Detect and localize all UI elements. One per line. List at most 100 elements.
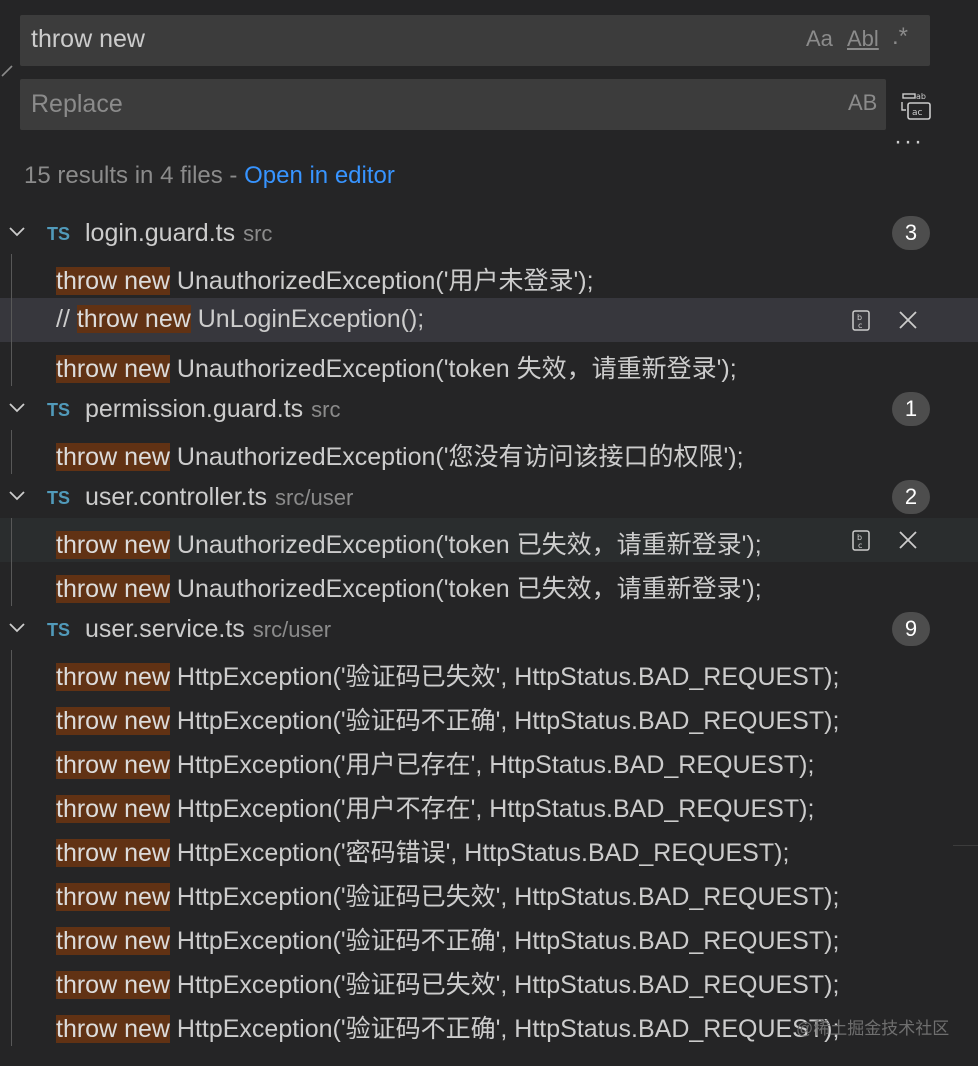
whole-word-icon[interactable]: Abl xyxy=(847,26,879,52)
match-suffix: HttpException('验证码已失效', HttpStatus.BAD_R… xyxy=(169,971,840,999)
file-name: user.service.ts src/user xyxy=(85,615,331,644)
match-count-badge: 1 xyxy=(892,392,930,426)
search-query[interactable]: throw new xyxy=(31,25,145,54)
file-name: login.guard.ts src xyxy=(85,219,272,248)
match-highlight: throw new xyxy=(56,663,170,691)
match-line: throw new HttpException('验证码不正确', HttpSt… xyxy=(56,921,839,957)
match-count-badge: 3 xyxy=(892,216,930,250)
search-input[interactable]: throw new Aa Abl .* xyxy=(20,15,930,66)
file-row[interactable]: TS user.controller.ts src/user 2 xyxy=(0,478,978,518)
match-suffix: UnLoginException(); xyxy=(190,305,425,333)
match-count-badge: 9 xyxy=(892,612,930,646)
match-suffix: UnauthorizedException('token 失效，请重新登录'); xyxy=(169,355,737,383)
chevron-down-icon[interactable] xyxy=(6,616,28,638)
tree-indent-guide xyxy=(11,430,12,474)
dismiss-icon[interactable] xyxy=(894,526,922,554)
tree-indent-guide xyxy=(11,914,12,958)
tree-indent-guide xyxy=(11,738,12,782)
watermark-text: @稀土掘金技术社区 xyxy=(796,1019,950,1038)
match-highlight: throw new xyxy=(56,531,170,559)
file-row[interactable]: TS user.service.ts src/user 9 xyxy=(0,610,978,650)
tree-indent-guide xyxy=(11,298,12,342)
file-name-label: user.controller.ts xyxy=(85,483,268,511)
match-line: throw new HttpException('用户已存在', HttpSta… xyxy=(56,745,814,781)
replace-icon[interactable]: bc xyxy=(847,526,875,554)
match-row[interactable]: // throw new UnLoginException(); b c xyxy=(0,298,978,342)
file-name: user.controller.ts src/user xyxy=(85,483,353,512)
match-count-badge: 2 xyxy=(892,480,930,514)
open-in-editor-link[interactable]: Open in editor xyxy=(244,162,395,189)
match-row[interactable]: throw new HttpException('验证码不正确', HttpSt… xyxy=(0,694,978,738)
file-name: permission.guard.ts src xyxy=(85,395,340,424)
match-prefix: // xyxy=(56,305,77,333)
match-highlight: throw new xyxy=(56,443,170,471)
dismiss-icon[interactable] xyxy=(894,306,922,334)
chevron-down-icon[interactable] xyxy=(6,220,28,242)
typescript-file-icon: TS xyxy=(47,620,71,640)
match-suffix: HttpException('密码错误', HttpStatus.BAD_REQ… xyxy=(169,839,790,867)
match-highlight: throw new xyxy=(56,795,170,823)
match-row[interactable]: throw new UnauthorizedException('用户未登录')… xyxy=(0,254,978,298)
match-highlight: throw new xyxy=(56,575,170,603)
match-line: throw new HttpException('用户不存在', HttpSta… xyxy=(56,789,814,825)
more-actions-icon[interactable]: ··· xyxy=(894,128,924,156)
file-directory: src xyxy=(311,397,341,422)
tree-indent-guide xyxy=(11,694,12,738)
chevron-down-icon[interactable] xyxy=(6,484,28,506)
match-row[interactable]: throw new HttpException('验证码已失效', HttpSt… xyxy=(0,870,978,914)
match-suffix: HttpException('验证码不正确', HttpStatus.BAD_R… xyxy=(169,707,840,735)
match-case-icon[interactable]: Aa xyxy=(806,26,833,52)
match-row[interactable]: throw new HttpException('密码错误', HttpStat… xyxy=(0,826,978,870)
match-row[interactable]: throw new UnauthorizedException('token 已… xyxy=(0,518,978,562)
match-suffix: UnauthorizedException('您没有访问该接口的权限'); xyxy=(169,443,744,471)
match-highlight: throw new xyxy=(56,1015,170,1043)
match-row[interactable]: throw new HttpException('用户不存在', HttpSta… xyxy=(0,782,978,826)
match-line: throw new UnauthorizedException('token 已… xyxy=(56,525,762,561)
toggle-replace-icon[interactable] xyxy=(0,60,14,80)
match-highlight: throw new xyxy=(56,267,170,295)
chevron-down-icon[interactable] xyxy=(6,396,28,418)
file-name-label: user.service.ts xyxy=(85,615,245,643)
match-suffix: UnauthorizedException('token 已失效，请重新登录')… xyxy=(169,575,762,603)
results-summary: 15 results in 4 files - Open in editor xyxy=(24,162,395,190)
tree-indent-guide xyxy=(11,254,12,298)
preserve-case-icon[interactable]: AB xyxy=(848,90,877,116)
file-directory: src/user xyxy=(252,617,332,642)
tree-indent-guide xyxy=(11,518,12,562)
file-row[interactable]: TS login.guard.ts src 3 xyxy=(0,214,978,254)
match-suffix: UnauthorizedException('token 已失效，请重新登录')… xyxy=(169,531,762,559)
match-line: throw new HttpException('验证码不正确', HttpSt… xyxy=(56,701,839,737)
tree-indent-guide xyxy=(11,782,12,826)
replace-all-icon[interactable]: ab ac xyxy=(900,88,934,122)
match-row[interactable]: throw new HttpException('验证码已失效', HttpSt… xyxy=(0,650,978,694)
match-row[interactable]: throw new UnauthorizedException('您没有访问该接… xyxy=(0,430,978,474)
match-row[interactable]: throw new UnauthorizedException('token 已… xyxy=(0,562,978,606)
replace-placeholder: Replace xyxy=(31,90,123,118)
match-row[interactable]: throw new HttpException('验证码已失效', HttpSt… xyxy=(0,958,978,1002)
tree-indent-guide xyxy=(11,1002,12,1046)
match-line: throw new UnauthorizedException('token 已… xyxy=(56,569,762,605)
file-directory: src xyxy=(243,221,273,246)
match-line: throw new UnauthorizedException('token 失… xyxy=(56,349,737,385)
match-row[interactable]: throw new HttpException('用户已存在', HttpSta… xyxy=(0,738,978,782)
match-line: throw new HttpException('密码错误', HttpStat… xyxy=(56,833,789,869)
match-row[interactable]: throw new UnauthorizedException('token 失… xyxy=(0,342,978,386)
match-suffix: HttpException('验证码不正确', HttpStatus.BAD_R… xyxy=(169,1015,840,1043)
match-line: throw new HttpException('验证码不正确', HttpSt… xyxy=(56,1009,839,1045)
match-highlight: throw new xyxy=(56,707,170,735)
replace-input[interactable]: Replace AB xyxy=(20,79,886,130)
match-row[interactable]: throw new HttpException('验证码不正确', HttpSt… xyxy=(0,914,978,958)
match-highlight: throw new xyxy=(56,971,170,999)
typescript-file-icon: TS xyxy=(47,400,71,420)
replace-icon[interactable]: bc xyxy=(847,306,875,334)
match-line: throw new UnauthorizedException('您没有访问该接… xyxy=(56,437,744,473)
match-suffix: HttpException('验证码已失效', HttpStatus.BAD_R… xyxy=(169,883,840,911)
match-highlight: throw new xyxy=(56,883,170,911)
regex-icon[interactable]: .* xyxy=(892,23,908,51)
match-highlight: throw new xyxy=(56,751,170,779)
match-line: throw new HttpException('验证码已失效', HttpSt… xyxy=(56,657,839,693)
file-row[interactable]: TS permission.guard.ts src 1 xyxy=(0,390,978,430)
tree-indent-guide xyxy=(11,650,12,694)
tree-indent-guide xyxy=(11,870,12,914)
svg-text:c: c xyxy=(858,321,862,330)
